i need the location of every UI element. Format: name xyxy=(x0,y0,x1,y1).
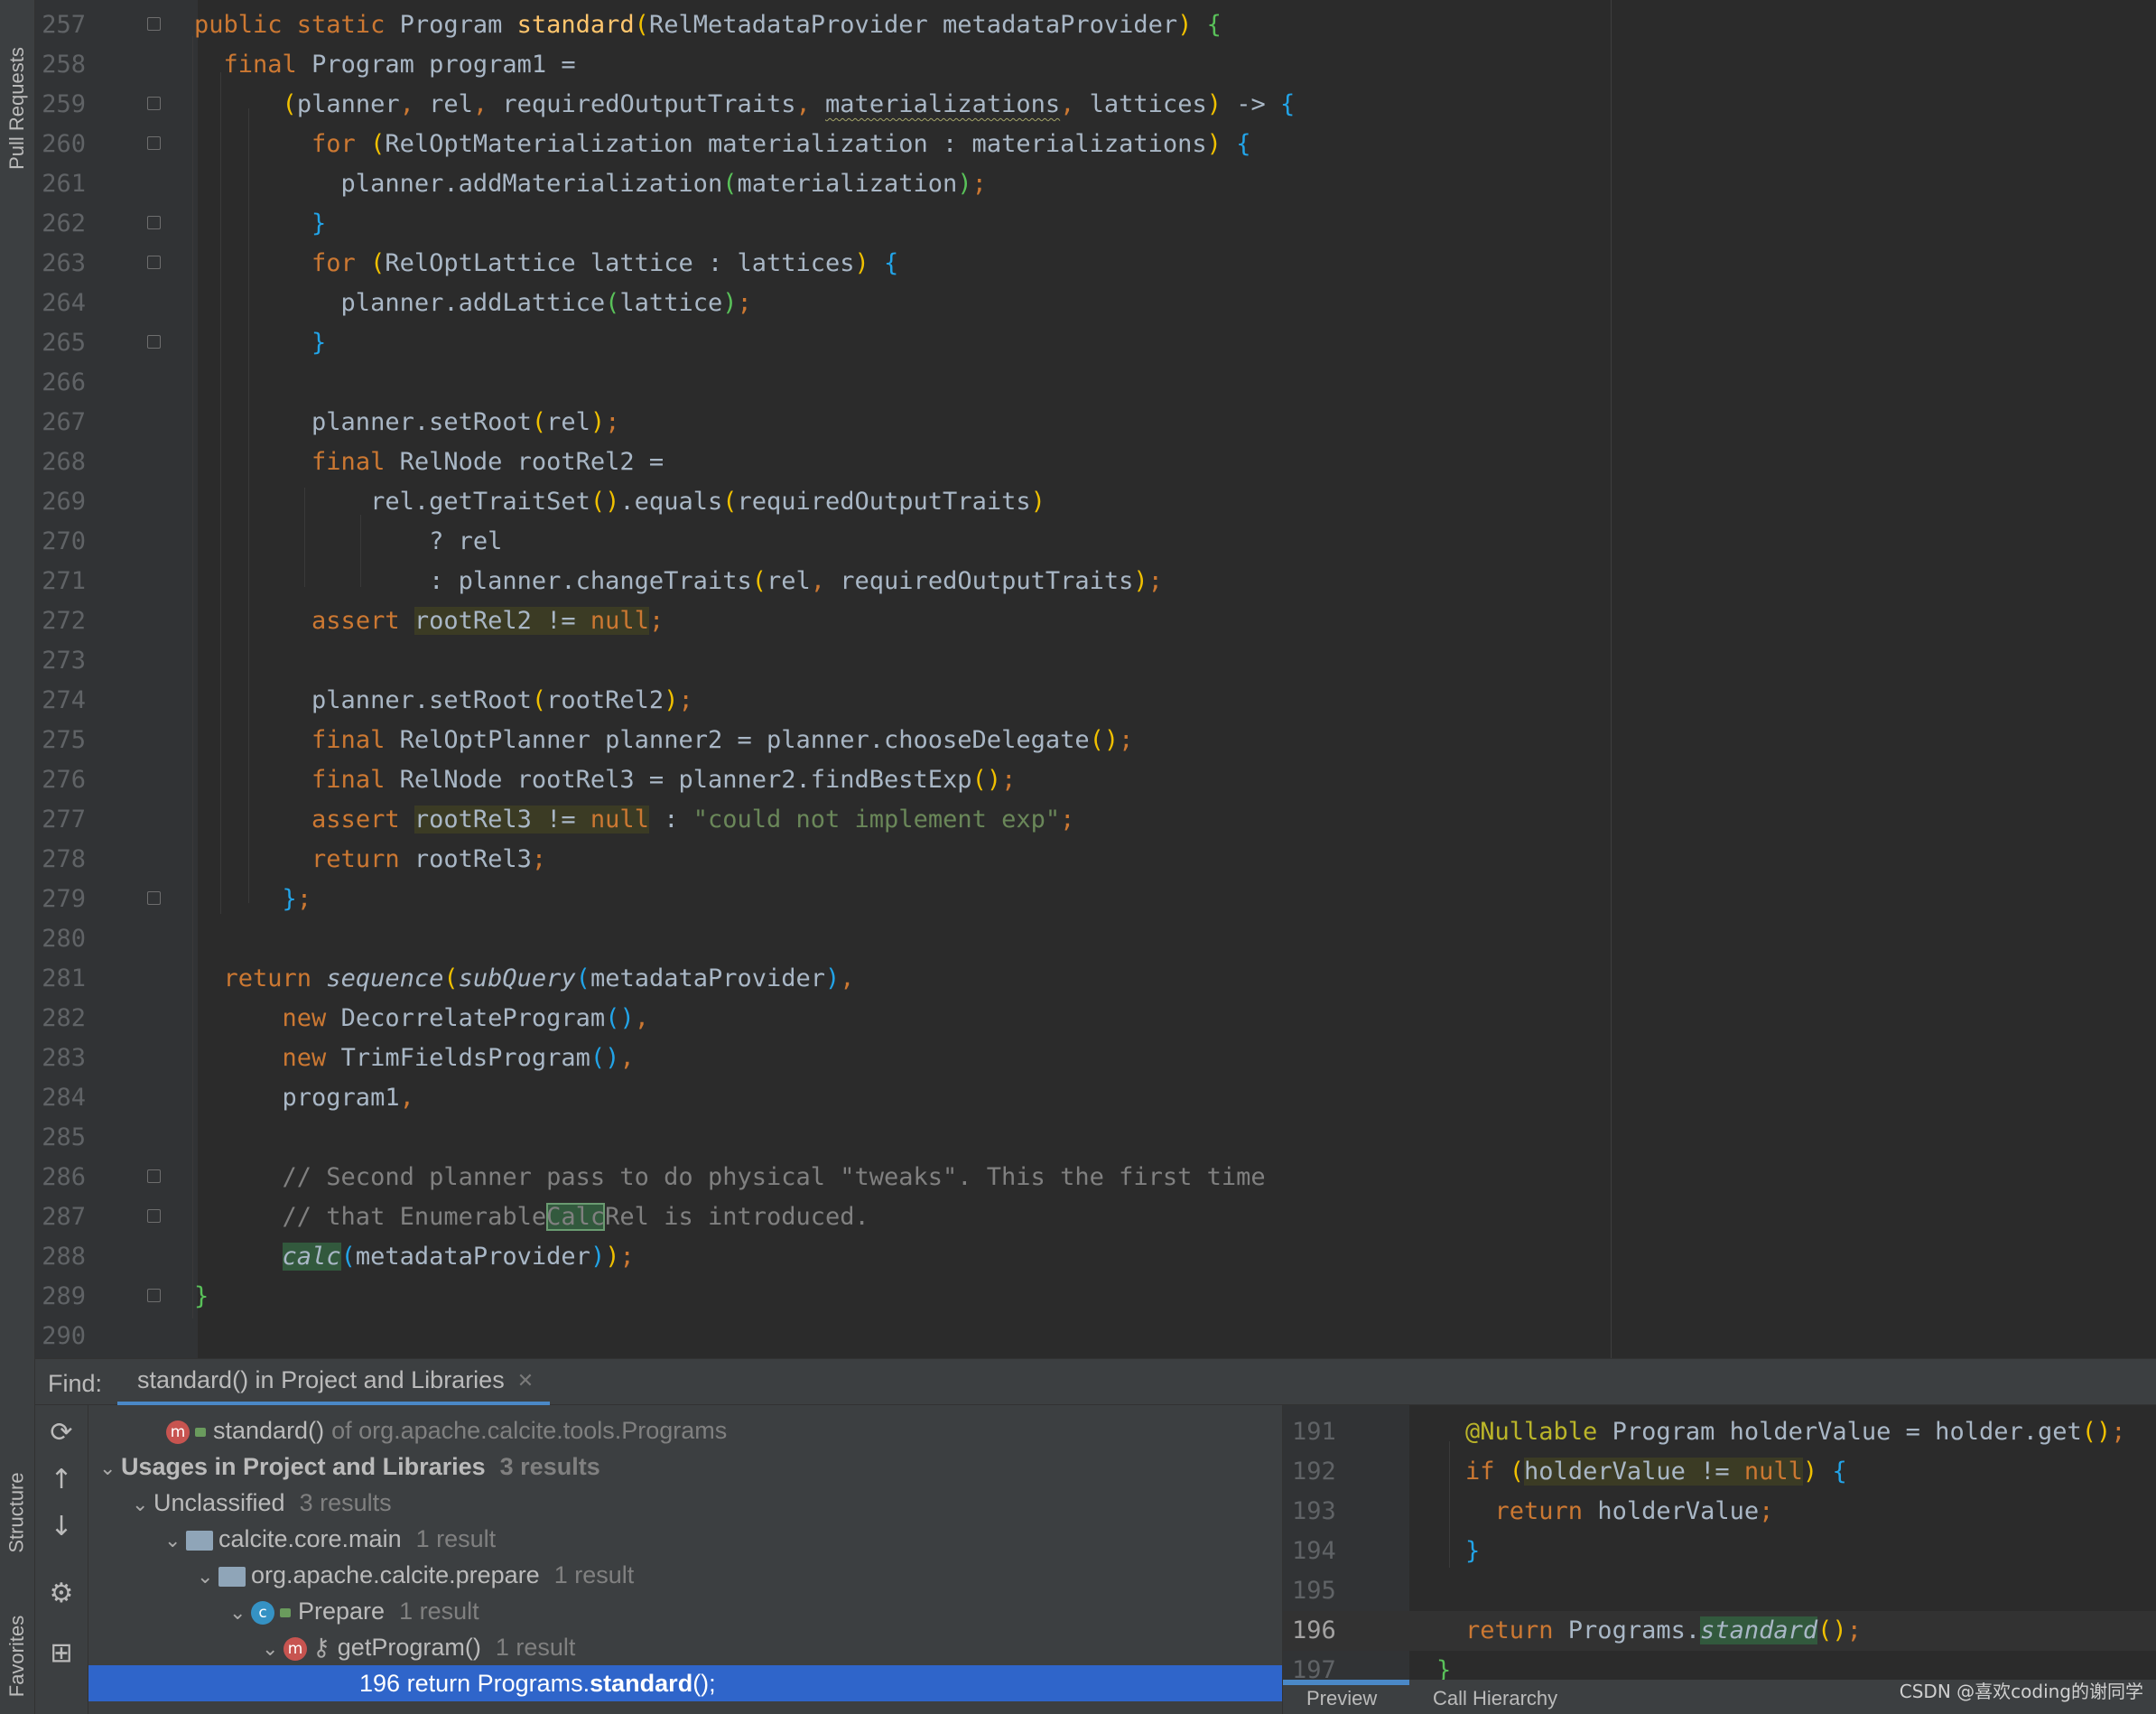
indent-guide xyxy=(192,36,193,1318)
close-icon[interactable]: ✕ xyxy=(517,1369,534,1393)
method-icon: m xyxy=(166,1420,190,1444)
right-margin-guide xyxy=(1611,0,1612,1358)
preview-line: 194} xyxy=(1292,1537,1481,1565)
chevron-down-icon[interactable]: ⌄ xyxy=(164,1523,186,1559)
tree-row-method[interactable]: ⌄ m ⚷ getProgram() 1 result xyxy=(88,1629,1455,1665)
fold-marker-icon[interactable] xyxy=(147,1209,161,1223)
tree-row-package[interactable]: ⌄ org.apache.calcite.prepare 1 result xyxy=(88,1557,1390,1593)
watermark: CSDN @喜欢coding的谢同学 xyxy=(1899,1681,2143,1702)
tree-row-class[interactable]: ⌄ c Prepare 1 result xyxy=(88,1593,1423,1629)
module-folder-icon xyxy=(186,1530,213,1551)
chevron-down-icon[interactable]: ⌄ xyxy=(229,1595,251,1631)
group-by-icon[interactable]: ⊞ xyxy=(44,1636,79,1671)
preview-line: 191 @Nullable Program holderValue = holde… xyxy=(1292,1418,2126,1446)
preview-line-current: 196 return Programs.standard(); xyxy=(1283,1611,2156,1651)
usages-tree: m standard() of org.apache.calcite.tools.P… xyxy=(88,1405,1553,1714)
key-icon: ⚷ xyxy=(312,1634,330,1661)
find-toolbar: ⟳ ↑ ↓ ⚙ ⊞ xyxy=(35,1405,88,1714)
fold-marker-icon[interactable] xyxy=(147,1169,161,1183)
method-icon: m xyxy=(283,1636,307,1661)
public-access-icon xyxy=(195,1427,206,1437)
preview-tab-indicator xyxy=(1283,1680,1409,1685)
class-icon: c xyxy=(251,1600,274,1625)
code-editor[interactable]: 257 public static Program standard(RelMet… xyxy=(35,0,2156,1358)
find-results-tab[interactable]: standard() in Project and Libraries ✕ xyxy=(117,1359,551,1406)
fold-marker-icon[interactable] xyxy=(147,136,161,150)
structure-tab[interactable]: Structure xyxy=(0,1445,34,1580)
tab-preview[interactable]: Preview xyxy=(1306,1687,1377,1710)
structure-label: Structure xyxy=(5,1472,29,1553)
tab-call-hierarchy[interactable]: Call Hierarchy xyxy=(1433,1687,1557,1710)
fold-marker-icon[interactable] xyxy=(147,17,161,31)
fold-marker-icon[interactable] xyxy=(147,256,161,269)
chevron-down-icon[interactable]: ⌄ xyxy=(99,1450,121,1486)
find-tool-header: Find: standard() in Project and Librarie… xyxy=(35,1358,2156,1406)
fold-marker-icon[interactable] xyxy=(147,1289,161,1302)
preview-line: 197} xyxy=(1292,1656,1452,1680)
chevron-down-icon[interactable]: ⌄ xyxy=(197,1559,218,1595)
find-tab-title: standard() in Project and Libraries xyxy=(137,1366,505,1393)
tree-row-module[interactable]: ⌄ calcite.core.main 1 result xyxy=(88,1521,1358,1557)
preview-line: 195 xyxy=(1292,1577,1336,1605)
previous-occurrence-icon[interactable]: ↑ xyxy=(44,1463,79,1497)
favorites-tab[interactable]: Favorites xyxy=(0,1598,34,1714)
public-access-icon xyxy=(280,1607,291,1617)
fold-marker-icon[interactable] xyxy=(147,97,161,110)
package-folder-icon xyxy=(218,1566,246,1587)
fold-marker-icon[interactable] xyxy=(147,891,161,905)
tree-row-target[interactable]: m standard() of org.apache.calcite.tools.P… xyxy=(88,1412,1360,1449)
chevron-down-icon[interactable]: ⌄ xyxy=(132,1486,153,1523)
favorites-label: Favorites xyxy=(5,1615,29,1698)
next-occurrence-icon[interactable]: ↓ xyxy=(44,1510,79,1544)
fold-marker-icon[interactable] xyxy=(147,216,161,229)
tree-row-unclassified[interactable]: ⌄ Unclassified 3 results xyxy=(88,1485,1325,1521)
preview-line: 192 if (holderValue != null) { xyxy=(1292,1458,1847,1486)
settings-gear-icon[interactable]: ⚙ xyxy=(44,1577,79,1611)
left-tool-strip: Pull Requests Structure Favorites xyxy=(0,0,35,1714)
preview-line: 193 return holderValue; xyxy=(1292,1497,1774,1525)
rerun-icon[interactable]: ⟳ xyxy=(44,1416,79,1450)
preview-pane[interactable]: 191 @Nullable Program holderValue = holde… xyxy=(1282,1405,2156,1714)
tree-row-usages[interactable]: ⌄ Usages in Project and Libraries 3 result… xyxy=(88,1449,1293,1485)
find-label: Find: xyxy=(48,1370,103,1397)
pull-requests-label: Pull Requests xyxy=(5,47,28,170)
chevron-down-icon[interactable]: ⌄ xyxy=(262,1631,283,1667)
fold-marker-icon[interactable] xyxy=(147,335,161,349)
pull-requests-tab[interactable]: Pull Requests xyxy=(0,18,34,199)
